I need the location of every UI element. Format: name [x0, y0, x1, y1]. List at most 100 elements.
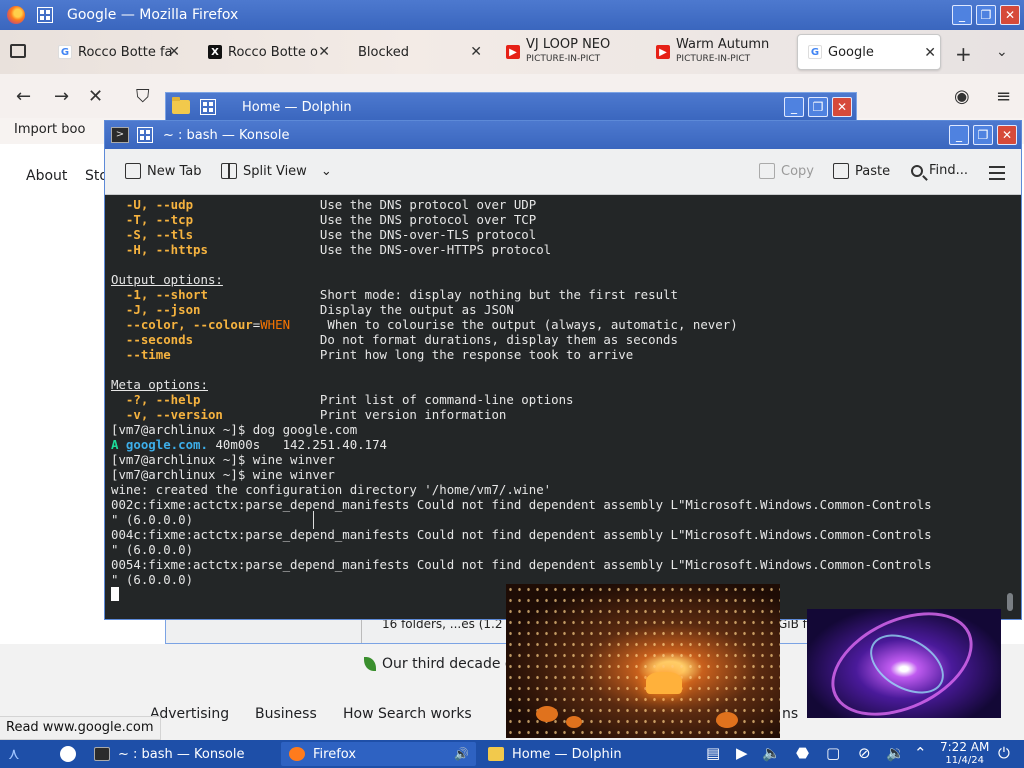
terminal-line: -S, --tls Use the DNS-over-TLS protocol: [111, 227, 1001, 242]
tab-blocked[interactable]: Blocked ✕: [358, 34, 486, 70]
copy-button[interactable]: Copy: [759, 163, 814, 179]
hamburger-menu-icon[interactable]: [989, 166, 1005, 184]
tab-rocco-botte-x[interactable]: X Rocco Botte o ✕: [208, 34, 334, 70]
konsole-titlebar[interactable]: > ~ : bash — Konsole _ ❐ ✕: [105, 121, 1021, 149]
tab-close-icon[interactable]: ✕: [470, 44, 482, 60]
close-button[interactable]: ✕: [1000, 5, 1020, 25]
footer-right-link[interactable]: ns: [782, 706, 798, 722]
shield-icon[interactable]: ⛉: [136, 86, 150, 107]
terminal-line: " (6.0.0.0): [111, 512, 1001, 527]
terminal-line: --seconds Do not format durations, displ…: [111, 332, 1001, 347]
terminal-text: -S, --tls: [111, 227, 194, 242]
terminal-text: " (6.0.0.0): [111, 572, 194, 587]
clock[interactable]: 7:22 AM 11/4/24: [940, 741, 989, 767]
terminal-icon: >: [111, 127, 129, 143]
tab-vj-loop[interactable]: ▶ VJ LOOP NEO PICTURE-IN-PICT: [506, 34, 640, 70]
pip-video-autumn[interactable]: [506, 584, 780, 738]
terminal-text: Display the output as JSON: [200, 302, 514, 317]
terminal-line: Meta options:: [111, 377, 1001, 392]
terminal-line: --color, --colour=WHEN When to colourise…: [111, 317, 1001, 332]
terminal-text: 004c:fixme:actctx:parse_depend_manifests…: [111, 527, 932, 542]
dolphin-titlebar[interactable]: Home — Dolphin _ ❐ ✕: [166, 93, 856, 121]
terminal-line: -H, --https Use the DNS-over-HTTPS proto…: [111, 242, 1001, 257]
minimize-button[interactable]: _: [952, 5, 972, 25]
stop-icon[interactable]: ✕: [88, 86, 103, 107]
window-menu-icon[interactable]: [137, 127, 153, 143]
find-button[interactable]: Find...: [911, 163, 968, 178]
speaker-icon[interactable]: 🔉: [886, 744, 905, 762]
menu-icon[interactable]: ≡: [996, 86, 1011, 107]
terminal-scrollbar[interactable]: [1007, 593, 1013, 611]
import-bookmarks-link[interactable]: Import boo: [14, 122, 85, 137]
how-search-works-link[interactable]: How Search works: [343, 706, 472, 722]
paste-button[interactable]: Paste: [833, 163, 890, 179]
tab-label: Warm Autumn: [676, 37, 770, 52]
show-desktop-icon[interactable]: ⏻: [998, 744, 1010, 762]
maximize-button[interactable]: ❐: [976, 5, 996, 25]
terminal-line: -J, --json Display the output as JSON: [111, 302, 1001, 317]
terminal-text: -H, --https: [111, 242, 208, 257]
split-view-button[interactable]: Split View ⌄: [221, 163, 332, 179]
task-dolphin[interactable]: Home — Dolphin: [480, 742, 670, 766]
tab-label: Blocked: [358, 44, 409, 60]
window-menu-icon[interactable]: [37, 7, 53, 23]
new-tab-label: New Tab: [147, 163, 202, 179]
tab-close-icon[interactable]: ✕: [924, 45, 936, 61]
window-menu-icon[interactable]: [200, 99, 216, 115]
close-button[interactable]: ✕: [997, 125, 1017, 145]
media-play-icon[interactable]: ▶: [736, 744, 748, 762]
tray-expand-chevron-icon[interactable]: ⌃: [914, 744, 927, 762]
pumpkin: [566, 716, 582, 728]
terminal-line: -?, --help Print list of command-line op…: [111, 392, 1001, 407]
terminal-text: Use the DNS protocol over TCP: [193, 212, 537, 227]
task-label: Home — Dolphin: [512, 746, 622, 762]
folder-icon: [172, 97, 190, 114]
advertising-link[interactable]: Advertising: [150, 706, 229, 722]
x-logo-icon: X: [208, 45, 222, 59]
copy-icon: [759, 163, 775, 179]
tab-google[interactable]: G Google ✕: [797, 34, 941, 70]
tab-label: VJ LOOP NEO: [526, 37, 611, 52]
minimize-button[interactable]: _: [784, 97, 804, 117]
terminal-text: Use the DNS-over-TLS protocol: [193, 227, 537, 242]
terminal-line: Output options:: [111, 272, 1001, 287]
terminal-text: Do not format durations, display them as…: [193, 332, 678, 347]
extension-icon[interactable]: ◉: [954, 86, 970, 107]
notifications-icon[interactable]: ▢: [826, 744, 840, 762]
firefox-titlebar[interactable]: Google — Mozilla Firefox _ ❐ ✕: [0, 0, 1024, 30]
pip-video-vj-loop[interactable]: [807, 609, 1001, 718]
maximize-button[interactable]: ❐: [973, 125, 993, 145]
app-launcher-icon[interactable]: ⋏: [8, 744, 20, 763]
paste-icon: [833, 163, 849, 179]
tab-close-icon[interactable]: ✕: [168, 44, 180, 60]
network-globe-icon[interactable]: [60, 746, 76, 762]
chevron-down-icon[interactable]: ⌄: [321, 164, 332, 179]
forward-arrow-icon[interactable]: →: [54, 86, 69, 107]
terminal-text: --time: [111, 347, 171, 362]
leaf-icon: [364, 657, 376, 671]
task-konsole[interactable]: ~ : bash — Konsole: [86, 742, 276, 766]
about-link[interactable]: About: [26, 168, 67, 184]
close-button[interactable]: ✕: [832, 97, 852, 117]
maximize-button[interactable]: ❐: [808, 97, 828, 117]
tab-rocco-botte-google[interactable]: G Rocco Botte fa ✕: [58, 34, 184, 70]
new-tab-button[interactable]: New Tab: [125, 163, 202, 179]
terminal-text: [vm7@archlinux ~]$ wine winver: [111, 452, 335, 467]
tab-list-icon[interactable]: [10, 44, 26, 58]
terminal-text: --seconds: [111, 332, 194, 347]
back-arrow-icon[interactable]: ←: [16, 86, 31, 107]
tab-close-icon[interactable]: ✕: [318, 44, 330, 60]
tab-warm-autumn[interactable]: ▶ Warm Autumn PICTURE-IN-PICT: [656, 34, 786, 70]
network-icon[interactable]: ⊘: [858, 744, 871, 762]
minimize-button[interactable]: _: [949, 125, 969, 145]
terminal-output[interactable]: -U, --udp Use the DNS protocol over UDP …: [111, 197, 1001, 609]
task-firefox[interactable]: Firefox 🔊: [281, 742, 476, 766]
konsole-window-controls: _ ❐ ✕: [949, 125, 1017, 145]
updates-icon[interactable]: ⬣: [796, 744, 809, 762]
tab-overflow-chevron-icon[interactable]: ⌄: [996, 44, 1008, 60]
business-link[interactable]: Business: [255, 706, 317, 722]
volume-icon[interactable]: 🔈: [762, 744, 781, 762]
new-tab-plus-icon[interactable]: +: [955, 42, 972, 66]
clipboard-icon[interactable]: ▤: [706, 744, 720, 762]
